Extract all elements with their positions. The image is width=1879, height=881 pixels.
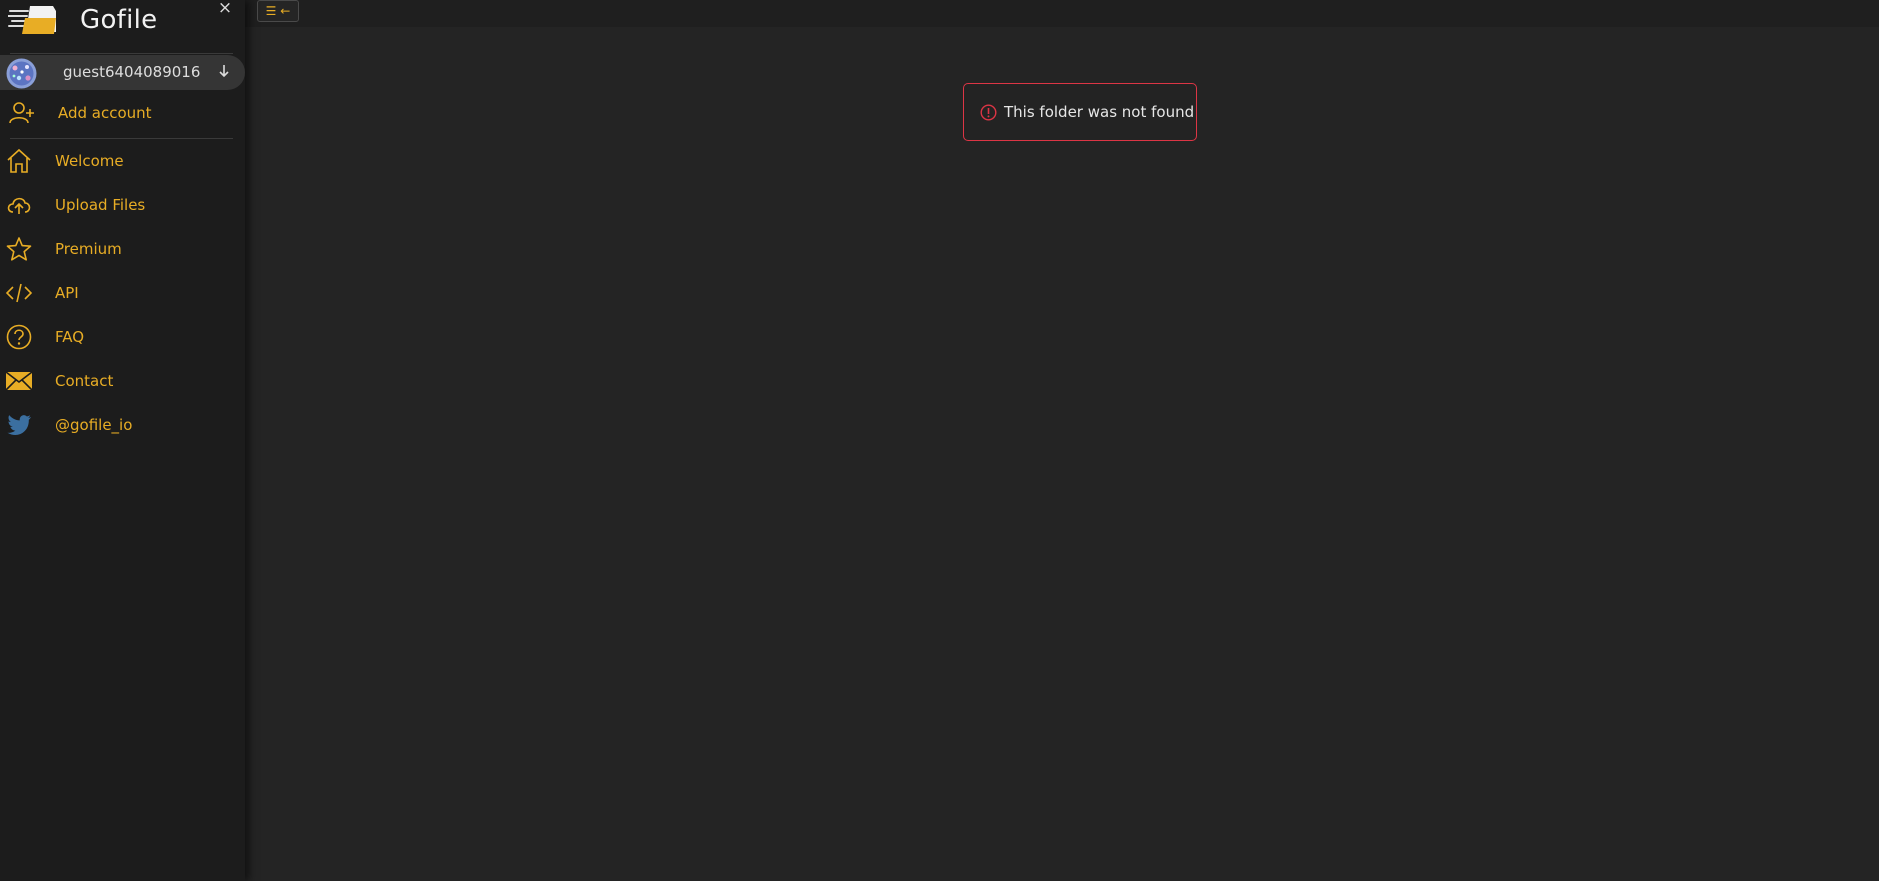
add-user-icon <box>9 102 34 124</box>
nav-item-label: FAQ <box>55 328 85 346</box>
close-sidebar-button[interactable]: × <box>214 0 236 19</box>
nav-item-faq[interactable]: FAQ <box>0 320 245 354</box>
twitter-icon <box>7 415 31 436</box>
home-icon <box>7 148 31 173</box>
brand-header: Gofile × <box>0 0 245 44</box>
nav-item-welcome[interactable]: Welcome <box>0 144 245 178</box>
star-icon <box>6 237 32 261</box>
envelope-icon <box>5 371 33 391</box>
nav-item-twitter[interactable]: @gofile_io <box>0 408 245 442</box>
nav-item-upload-files[interactable]: Upload Files <box>0 188 245 222</box>
code-icon <box>5 283 33 303</box>
exclamation-circle-icon <box>980 104 997 121</box>
avatar <box>6 58 37 89</box>
nav-item-label: Welcome <box>55 152 124 170</box>
arrow-down-icon[interactable] <box>217 63 231 79</box>
cloud-upload-icon <box>7 197 31 214</box>
nav-item-label: Contact <box>55 372 114 390</box>
divider <box>10 138 233 139</box>
nav-item-label: @gofile_io <box>55 416 133 434</box>
gofile-logo-icon <box>8 6 56 34</box>
nav-item-label: Premium <box>55 240 122 258</box>
nav-item-api[interactable]: API <box>0 276 245 310</box>
sidebar: Gofile × guest6404089016 Add account Wel… <box>0 0 245 881</box>
question-icon <box>6 324 32 350</box>
top-bar <box>245 0 1879 27</box>
divider <box>10 53 233 54</box>
nav-item-premium[interactable]: Premium <box>0 232 245 266</box>
add-account-button[interactable]: Add account <box>0 98 245 128</box>
error-alert: This folder was not found <box>963 83 1197 141</box>
add-account-label: Add account <box>58 104 152 122</box>
account-username: guest6404089016 <box>63 63 201 81</box>
nav-item-contact[interactable]: Contact <box>0 364 245 398</box>
nav-item-label: Upload Files <box>55 196 146 214</box>
account-selector[interactable]: guest6404089016 <box>0 55 245 90</box>
alert-message: This folder was not found <box>1004 103 1195 121</box>
nav-item-label: API <box>55 284 79 302</box>
sidebar-toggle-button[interactable]: ☰ ← <box>257 0 299 22</box>
brand-name: Gofile <box>80 5 158 35</box>
